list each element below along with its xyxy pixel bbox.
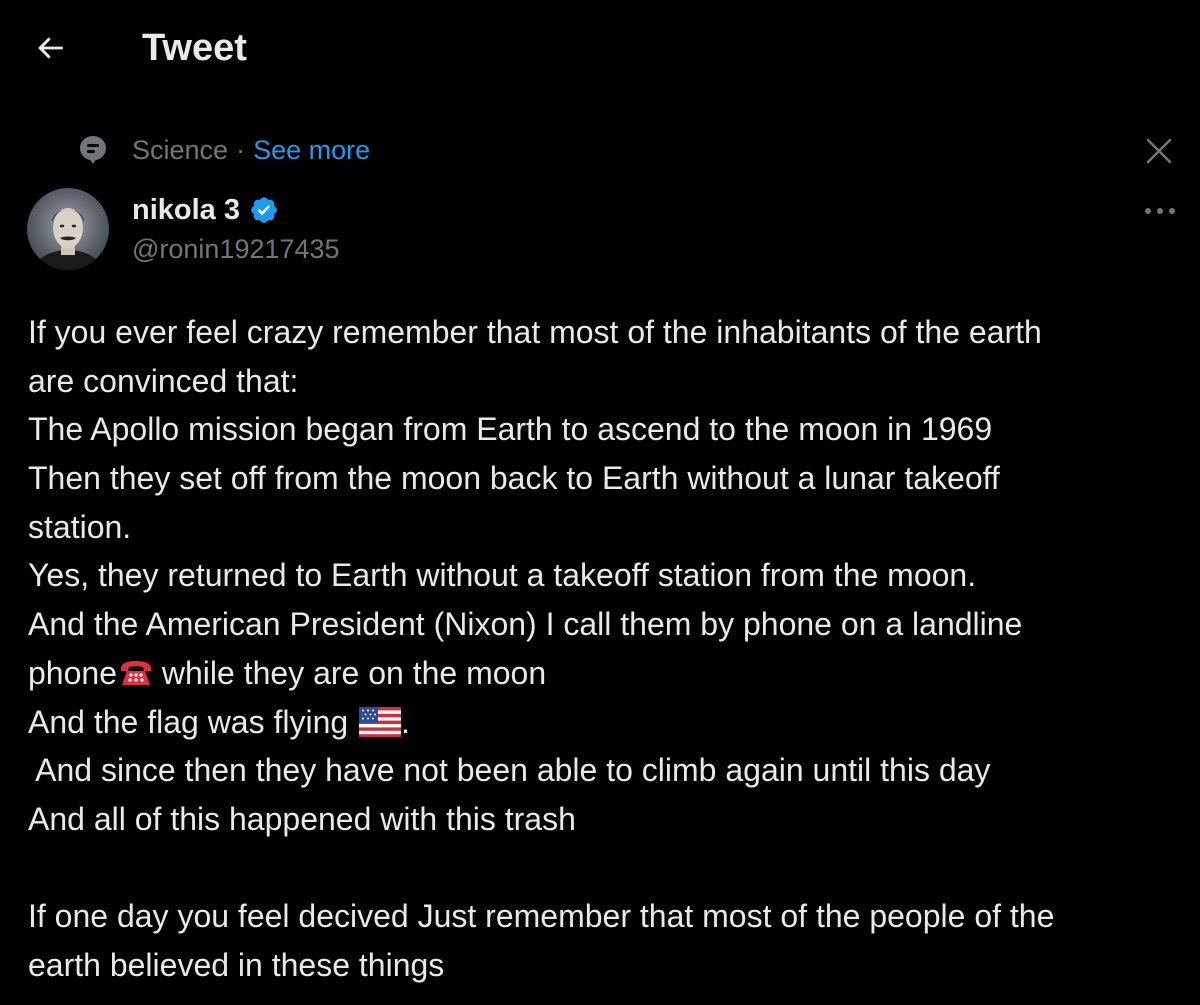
author-info: nikola 3 @ronin19217435 bbox=[132, 190, 340, 265]
display-name-row: nikola 3 bbox=[132, 190, 340, 230]
tweet-line: are convinced that: bbox=[28, 362, 299, 399]
tweet-line-with-flag: And the flag was flying . bbox=[28, 698, 1188, 747]
tweet-line: The Apollo mission began from Earth to a… bbox=[28, 411, 993, 448]
user-handle[interactable]: @ronin19217435 bbox=[132, 234, 340, 265]
more-options-button[interactable] bbox=[1138, 196, 1182, 226]
us-flag-emoji-icon bbox=[359, 702, 402, 751]
avatar[interactable] bbox=[27, 188, 109, 270]
tweet-line: station. bbox=[28, 508, 132, 545]
telephone-emoji-icon bbox=[119, 653, 153, 702]
back-button[interactable] bbox=[28, 26, 72, 70]
tweet-line: Then they set off from the moon back to … bbox=[28, 460, 1000, 497]
tweet-line: And the American President (Nixon) I cal… bbox=[28, 606, 1023, 643]
more-dots-icon bbox=[1145, 208, 1175, 214]
tweet-line: And since then they have not been able t… bbox=[28, 752, 991, 789]
tweet-line: earth believed in these things bbox=[28, 946, 445, 983]
topic-separator: · bbox=[236, 134, 246, 165]
topic-bubble-icon bbox=[78, 135, 108, 165]
tweet-text: If you ever feel crazy remember that mos… bbox=[28, 308, 1188, 990]
page-title: Tweet bbox=[142, 27, 247, 69]
tweet-line: And all of this happened with this trash bbox=[28, 800, 576, 837]
tweet-line: If you ever feel crazy remember that mos… bbox=[28, 314, 1042, 350]
tweet-line: Yes, they returned to Earth without a ta… bbox=[28, 557, 977, 594]
avatar-portrait bbox=[27, 188, 109, 270]
tweet-text-segment: phone bbox=[28, 654, 117, 691]
see-more-link[interactable]: See more bbox=[253, 135, 370, 166]
tweet-text-segment: And the flag was flying bbox=[28, 703, 358, 740]
close-x-icon bbox=[1146, 138, 1172, 164]
tweet-text-segment: . bbox=[401, 703, 410, 740]
arrow-left-icon bbox=[38, 37, 63, 59]
tweet-line-with-phone: phone while they are on the moon bbox=[28, 649, 1188, 698]
display-name[interactable]: nikola 3 bbox=[132, 194, 240, 227]
close-topic-button[interactable] bbox=[1140, 132, 1178, 170]
topic-context: Science · See more bbox=[78, 130, 370, 170]
topic-label[interactable]: Science bbox=[132, 135, 228, 166]
verified-badge-icon[interactable] bbox=[248, 194, 280, 226]
tweet-text-segment: while they are on the moon bbox=[152, 654, 547, 691]
tweet-line: If one day you feel decived Just remembe… bbox=[28, 898, 1055, 935]
header-bar: Tweet bbox=[0, 0, 1200, 100]
